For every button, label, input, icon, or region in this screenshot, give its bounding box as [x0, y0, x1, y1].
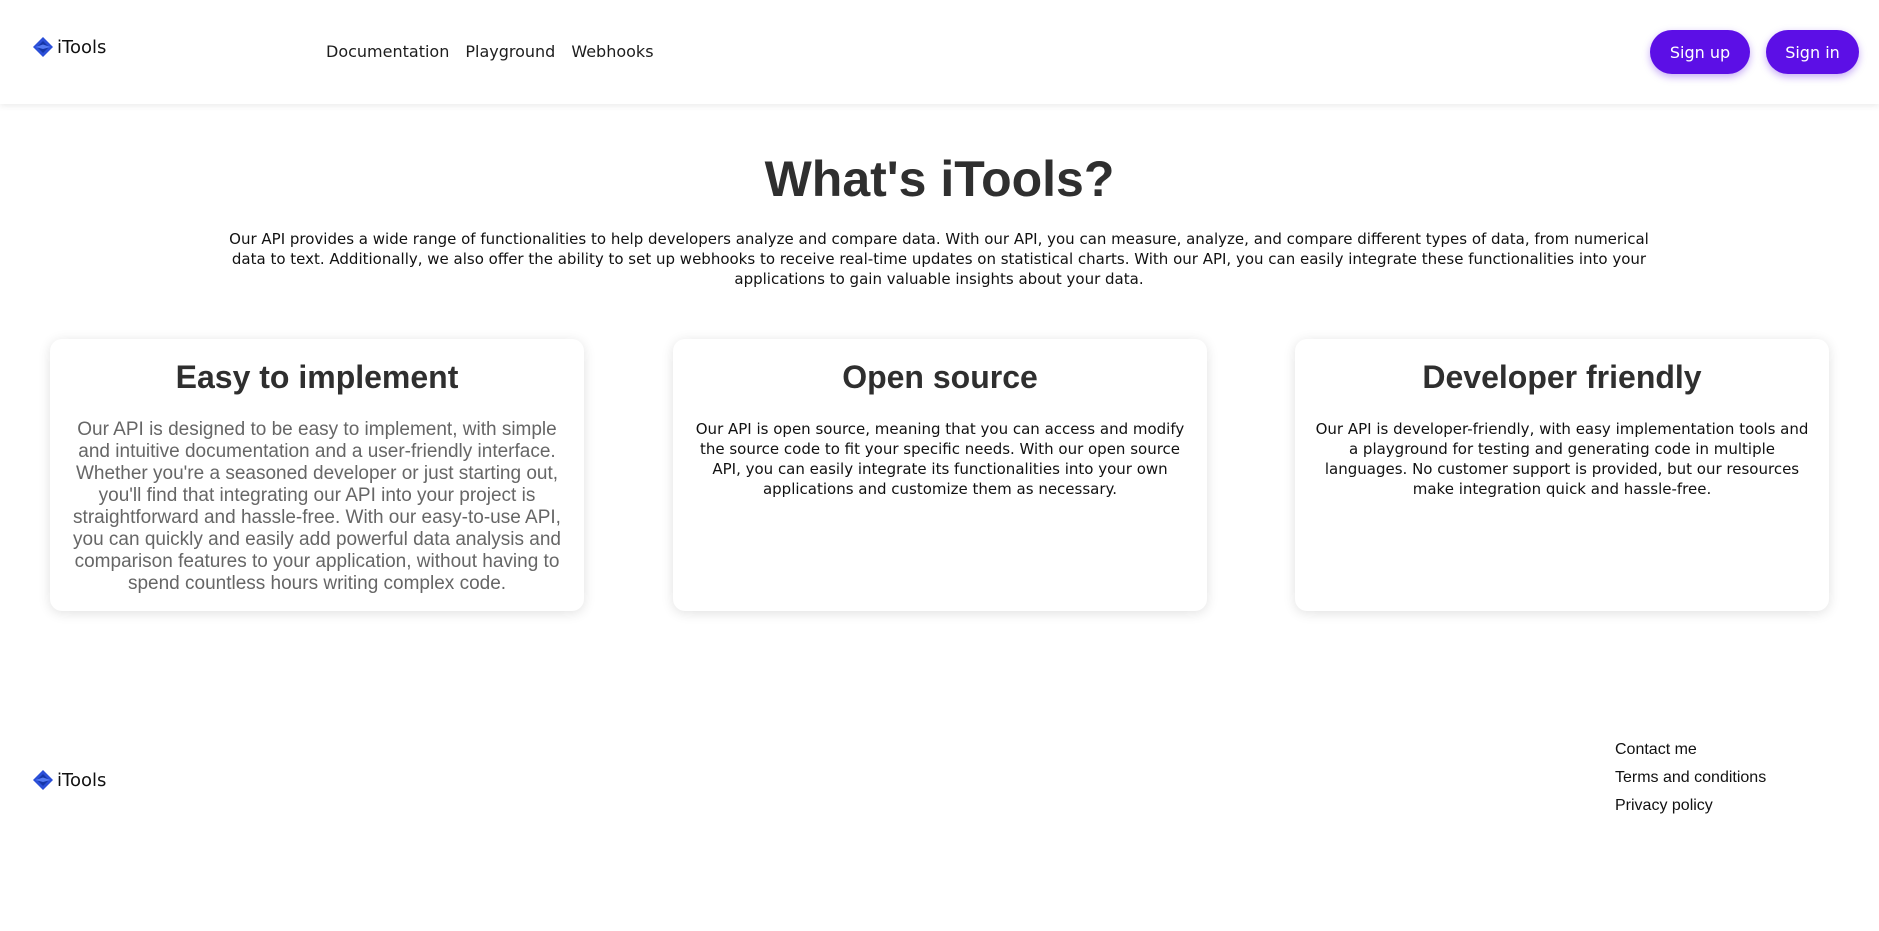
signin-button[interactable]: Sign in [1766, 30, 1859, 74]
brand-home-link[interactable]: iTools [32, 36, 106, 58]
footer-link-contact[interactable]: Contact me [1615, 740, 1766, 760]
hero-description: Our API provides a wide range of functio… [229, 230, 1649, 288]
feature-card-developer: Developer friendly Our API is developer-… [1295, 339, 1829, 611]
feature-card-text: Our API is developer-friendly, with easy… [1315, 420, 1809, 498]
nav-playground[interactable]: Playground [465, 42, 555, 61]
page-title: What's iTools? [764, 151, 1115, 207]
nav-webhooks[interactable]: Webhooks [571, 42, 653, 61]
top-navbar: iTools Documentation Playground Webhooks… [0, 0, 1879, 104]
feature-card-open-source: Open source Our API is open source, mean… [673, 339, 1207, 611]
feature-card-text: Our API is designed to be easy to implem… [73, 419, 561, 594]
nav-documentation[interactable]: Documentation [326, 42, 449, 61]
feature-card-title: Open source [842, 359, 1038, 395]
feature-card-title: Easy to implement [175, 359, 459, 395]
feature-card-title: Developer friendly [1422, 359, 1702, 395]
main-nav: Documentation Playground Webhooks [326, 42, 654, 61]
footer-brand[interactable]: iTools [32, 769, 106, 791]
footer-brand-name: iTools [57, 769, 107, 791]
feature-card-easy: Easy to implement Our API is designed to… [50, 339, 584, 611]
brand-name: iTools [57, 36, 107, 58]
signup-button[interactable]: Sign up [1650, 30, 1750, 74]
footer-link-privacy[interactable]: Privacy policy [1615, 796, 1766, 816]
feature-card-text: Our API is open source, meaning that you… [695, 420, 1185, 498]
diamond-logo-icon [33, 770, 53, 790]
footer-link-terms[interactable]: Terms and conditions [1615, 768, 1766, 788]
footer-links: Contact me Terms and conditions Privacy … [1615, 740, 1766, 816]
diamond-logo-icon [33, 37, 53, 57]
